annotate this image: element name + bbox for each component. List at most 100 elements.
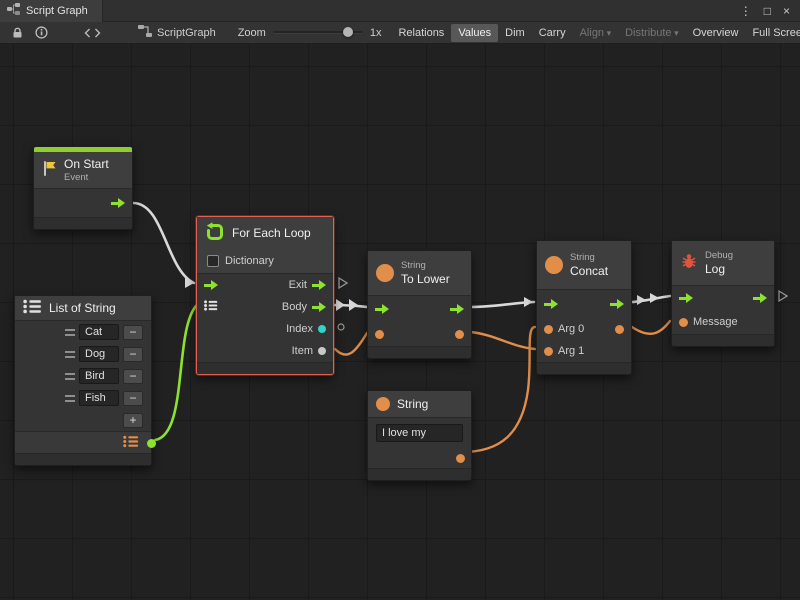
string-input-port[interactable] (375, 330, 384, 339)
close-icon[interactable]: × (783, 5, 790, 17)
overview-button[interactable]: Overview (686, 24, 746, 42)
index-output-port[interactable] (318, 325, 326, 333)
dictionary-label: Dictionary (225, 255, 274, 267)
string-output-port[interactable] (455, 330, 464, 339)
loop-icon (205, 222, 225, 245)
arg0-input-port[interactable] (544, 325, 553, 334)
wire-arrowhead (524, 297, 533, 307)
wire-tolower-arg1[interactable] (471, 332, 535, 349)
wire-arrowhead (349, 299, 358, 311)
node-title: List of String (49, 301, 116, 315)
lock-icon[interactable] (6, 22, 29, 43)
zoom-label: Zoom (238, 27, 266, 39)
remove-item-button[interactable]: − (123, 347, 143, 362)
flow-in-port[interactable] (375, 304, 389, 314)
zoom-slider-knob[interactable] (343, 27, 353, 37)
item-output-port[interactable] (318, 347, 326, 355)
list-item-row: Cat − (15, 321, 151, 343)
graph-canvas[interactable]: On Start Event List of String Cat − (0, 44, 800, 600)
node-list-of-string[interactable]: List of String Cat − Dog − Bird − Fish − (14, 295, 152, 466)
node-footer (197, 362, 333, 374)
result-output-port[interactable] (615, 325, 624, 334)
full-screen-button[interactable]: Full Screen (745, 24, 800, 42)
distribute-dropdown[interactable]: Distribute (618, 24, 686, 42)
list-item-row: Fish − (15, 387, 151, 409)
wire-list-foreach[interactable] (155, 306, 196, 440)
node-title: On Start (64, 157, 109, 171)
list-out-icon[interactable] (123, 435, 139, 451)
exit-flow-port[interactable] (312, 280, 326, 290)
port-label-body: Body (282, 301, 307, 313)
flow-out-port[interactable] (610, 299, 624, 309)
list-item-field[interactable]: Bird (79, 368, 119, 384)
carry-button[interactable]: Carry (532, 24, 573, 42)
node-subtitle: Event (64, 172, 109, 183)
node-category: Debug (705, 250, 733, 261)
string-value-field[interactable]: I love my (376, 424, 463, 442)
wire-arrowhead (637, 295, 646, 305)
flow-in-port[interactable] (204, 280, 218, 290)
node-to-lower[interactable]: String To Lower (367, 250, 472, 359)
remove-item-button[interactable]: − (123, 369, 143, 384)
flow-out-port[interactable] (111, 198, 125, 208)
string-output-port[interactable] (456, 454, 465, 463)
dim-button[interactable]: Dim (498, 24, 532, 42)
zoom-value: 1x (370, 27, 382, 39)
zoom-slider[interactable] (273, 31, 363, 34)
node-footer (368, 346, 471, 358)
port-label-message: Message (693, 316, 738, 328)
flow-in-port[interactable] (544, 299, 558, 309)
open-value-port-marker (338, 324, 344, 330)
list-icon (23, 299, 42, 317)
node-on-start[interactable]: On Start Event (33, 146, 133, 230)
maximize-icon[interactable]: □ (764, 5, 771, 17)
body-flow-port[interactable] (312, 302, 326, 312)
flow-out-port[interactable] (450, 304, 464, 314)
node-footer (537, 362, 631, 374)
string-icon (376, 397, 390, 411)
code-view-icon[interactable] (78, 22, 107, 43)
node-debug-log[interactable]: Debug Log Message (671, 240, 775, 347)
message-input-port[interactable] (679, 318, 688, 327)
drag-handle-icon[interactable] (65, 329, 75, 336)
dictionary-checkbox[interactable] (207, 255, 219, 267)
node-title: For Each Loop (232, 226, 311, 240)
port-label-arg1: Arg 1 (558, 345, 584, 357)
graph-reference-label: ScriptGraph (157, 27, 216, 39)
node-for-each-loop[interactable]: For Each Loop Dictionary Exit Body Index (196, 216, 334, 375)
flow-in-port[interactable] (679, 293, 693, 303)
node-footer (672, 334, 774, 346)
tab-script-graph[interactable]: Script Graph (0, 0, 103, 22)
window-menu-icon[interactable]: ⋮ (740, 5, 752, 17)
list-item-field[interactable]: Dog (79, 346, 119, 362)
drag-handle-icon[interactable] (65, 373, 75, 380)
drag-handle-icon[interactable] (65, 395, 75, 402)
list-item-row: Dog − (15, 343, 151, 365)
info-icon[interactable] (29, 22, 54, 43)
list-output-port[interactable] (147, 439, 156, 448)
wire-literal-arg0[interactable] (462, 327, 535, 452)
align-dropdown[interactable]: Align (573, 24, 619, 42)
bug-icon (680, 253, 698, 273)
node-string-literal[interactable]: String I love my (367, 390, 472, 481)
wire-item-tolower[interactable] (335, 333, 367, 355)
list-in-port-icon[interactable] (204, 300, 218, 314)
string-icon (545, 256, 563, 274)
node-category: String (570, 252, 608, 263)
tab-label: Script Graph (26, 5, 88, 17)
wire-concat-message[interactable] (632, 321, 670, 334)
remove-item-button[interactable]: − (123, 325, 143, 340)
remove-item-button[interactable]: − (123, 391, 143, 406)
list-item-field[interactable]: Fish (79, 390, 119, 406)
drag-handle-icon[interactable] (65, 351, 75, 358)
node-title: Log (705, 262, 733, 276)
relations-button[interactable]: Relations (391, 24, 451, 42)
wire-onstart-foreach[interactable] (133, 203, 194, 283)
list-item-field[interactable]: Cat (79, 324, 119, 340)
node-concat[interactable]: String Concat Arg 0 Arg 1 (536, 240, 632, 375)
graph-reference-button[interactable]: ScriptGraph (130, 25, 224, 40)
arg1-input-port[interactable] (544, 347, 553, 356)
values-button[interactable]: Values (451, 24, 498, 42)
flow-out-port[interactable] (753, 293, 767, 303)
add-item-button[interactable]: + (123, 413, 143, 428)
